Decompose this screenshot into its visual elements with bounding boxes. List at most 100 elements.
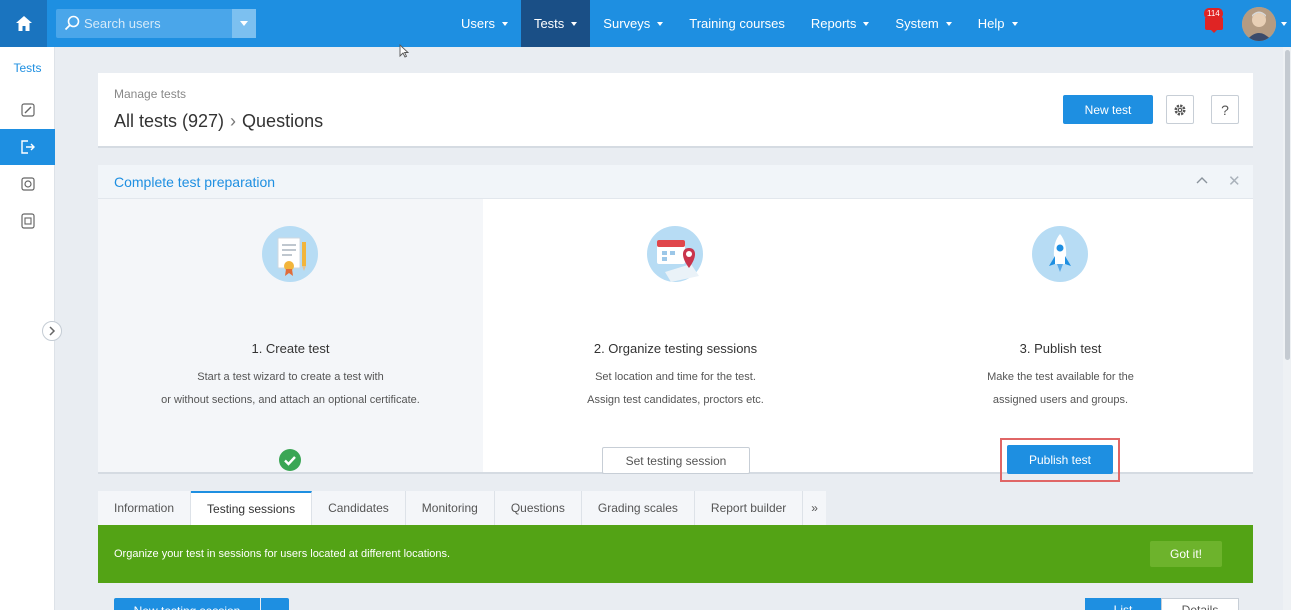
caret-down-icon (657, 21, 664, 26)
rocket-icon (1032, 226, 1088, 282)
nav-item-label: Tests (533, 16, 565, 31)
step-description: Make the test available for the assigned… (868, 366, 1253, 412)
tab-grading-scales[interactable]: Grading scales (581, 491, 695, 525)
tab-testing-sessions[interactable]: Testing sessions (191, 491, 313, 525)
notification-count-badge: 114 (1204, 8, 1223, 19)
certificate-icon (262, 226, 318, 282)
nav-item-label: Reports (810, 16, 857, 31)
step-title: 1. Create test (251, 341, 330, 356)
caret-down-icon (571, 21, 578, 26)
tab-questions[interactable]: Questions (494, 491, 582, 525)
home-button[interactable] (0, 0, 47, 47)
left-sidebar: Tests (0, 47, 62, 610)
nav-item-users[interactable]: Users (448, 0, 521, 47)
nav-item-label: System (895, 16, 939, 31)
user-avatar-icon (1242, 7, 1276, 41)
settings-button[interactable] (1166, 95, 1194, 124)
new-test-button[interactable]: New test (1063, 95, 1153, 124)
help-icon: ? (1221, 101, 1229, 118)
caret-down-icon (1011, 21, 1018, 26)
gear-icon (1174, 104, 1186, 115)
sidebar-title: Tests (13, 61, 42, 75)
step-description-line: Assign test candidates, proctors etc. (587, 394, 764, 406)
page-title: All tests (927) › Questions (114, 111, 323, 132)
set-testing-session-button[interactable]: Set testing session (602, 447, 750, 474)
new-testing-session-dropdown[interactable] (261, 598, 289, 610)
page-header: Manage tests All tests (927) › Questions N… (98, 73, 1253, 148)
close-icon[interactable]: ✕ (1228, 172, 1241, 190)
scrollbar-thumb[interactable] (1285, 50, 1290, 360)
step-organize-sessions: 2. Organize testing sessions Set locatio… (483, 199, 868, 474)
chevron-up-icon[interactable] (1196, 174, 1208, 186)
sidebar-item-export[interactable] (0, 129, 55, 165)
help-button[interactable]: ? (1211, 95, 1239, 124)
got-it-button[interactable]: Got it! (1150, 541, 1222, 567)
tab-candidates[interactable]: Candidates (312, 491, 406, 525)
chevron-right-icon (49, 326, 56, 336)
calendar-location-icon (647, 226, 703, 282)
avatar[interactable] (1242, 7, 1276, 41)
sidebar-expand-button[interactable] (42, 321, 62, 341)
view-details-button[interactable]: Details (1161, 598, 1239, 610)
export-icon (20, 140, 35, 154)
badge-icon (20, 177, 35, 191)
sidebar-item-badge[interactable] (0, 166, 55, 202)
test-tabs: Information Testing sessions Candidates Mon… (98, 491, 826, 525)
panel-header: Complete test preparation ✕ (98, 165, 1253, 199)
nav-item-system[interactable]: System (882, 0, 964, 47)
step-description: Set location and time for the test. Assi… (483, 366, 868, 412)
tabs-more-button[interactable]: » (803, 491, 826, 525)
breadcrumb-current: Questions (242, 111, 324, 131)
view-list-button[interactable]: List (1085, 598, 1161, 610)
search-box (56, 9, 256, 38)
nav-item-help[interactable]: Help (965, 0, 1031, 47)
edit-icon (20, 103, 35, 117)
nav-item-training-courses[interactable]: Training courses (676, 0, 798, 47)
mouse-cursor-icon (399, 44, 409, 58)
notifications-button[interactable]: 114 (1203, 8, 1225, 34)
new-testing-session-button[interactable]: New testing session (114, 598, 260, 610)
breadcrumb-root[interactable]: All tests (927) (114, 111, 224, 131)
tab-information[interactable]: Information (98, 491, 192, 525)
avatar-menu-caret[interactable] (1281, 22, 1287, 26)
step-title: 3. Publish test (1019, 341, 1102, 356)
nav-item-label: Users (461, 16, 495, 31)
tab-monitoring[interactable]: Monitoring (405, 491, 495, 525)
sidebar-item-edit[interactable] (0, 92, 55, 128)
complete-test-preparation-panel: Complete test preparation ✕ 1. Create te… (98, 165, 1253, 482)
step-description-line: Set location and time for the test. (595, 371, 756, 383)
panel-title: Complete test preparation (114, 174, 276, 190)
search-input[interactable] (84, 13, 224, 34)
info-banner: Organize your test in sessions for users… (98, 525, 1253, 583)
breadcrumb-separator: › (230, 111, 237, 131)
nav-item-label: Help (977, 16, 1005, 31)
search-icon (64, 15, 80, 31)
caret-down-icon (501, 21, 508, 26)
check-circle-icon (279, 449, 301, 471)
caret-down-icon (945, 21, 952, 26)
caret-down-icon (863, 21, 870, 26)
step-create-test: 1. Create test Start a test wizard to cr… (98, 199, 483, 472)
nav-item-surveys[interactable]: Surveys (590, 0, 676, 47)
step-description-line: Start a test wizard to create a test wit… (197, 371, 384, 383)
nav-item-label: Surveys (603, 16, 651, 31)
step-description: Start a test wizard to create a test wit… (98, 366, 483, 412)
step-description-line: Make the test available for the (987, 371, 1134, 383)
top-navigation-bar: Users Tests Surveys Training courses Reports… (0, 0, 1291, 47)
breadcrumb-label: Manage tests (114, 87, 187, 101)
archive-icon (20, 213, 35, 229)
step-description-line: or without sections, and attach an optio… (161, 394, 420, 406)
step-description-line: assigned users and groups. (992, 394, 1129, 406)
banner-text: Organize your test in sessions for users… (114, 548, 451, 560)
publish-test-button[interactable]: Publish test (1007, 445, 1113, 474)
step-title: 2. Organize testing sessions (593, 341, 758, 356)
sidebar-item-archive[interactable] (0, 203, 55, 239)
caret-down-icon (240, 21, 248, 26)
nav-item-reports[interactable]: Reports (798, 0, 883, 47)
tab-report-builder[interactable]: Report builder (694, 491, 804, 525)
nav-item-label: Training courses (689, 16, 785, 31)
search-filter-dropdown[interactable] (232, 9, 256, 38)
nav-item-tests[interactable]: Tests (520, 0, 591, 47)
step-publish-test: 3. Publish test Make the test available … (868, 199, 1253, 482)
main-nav: Users Tests Surveys Training courses Reports… (448, 0, 1031, 47)
